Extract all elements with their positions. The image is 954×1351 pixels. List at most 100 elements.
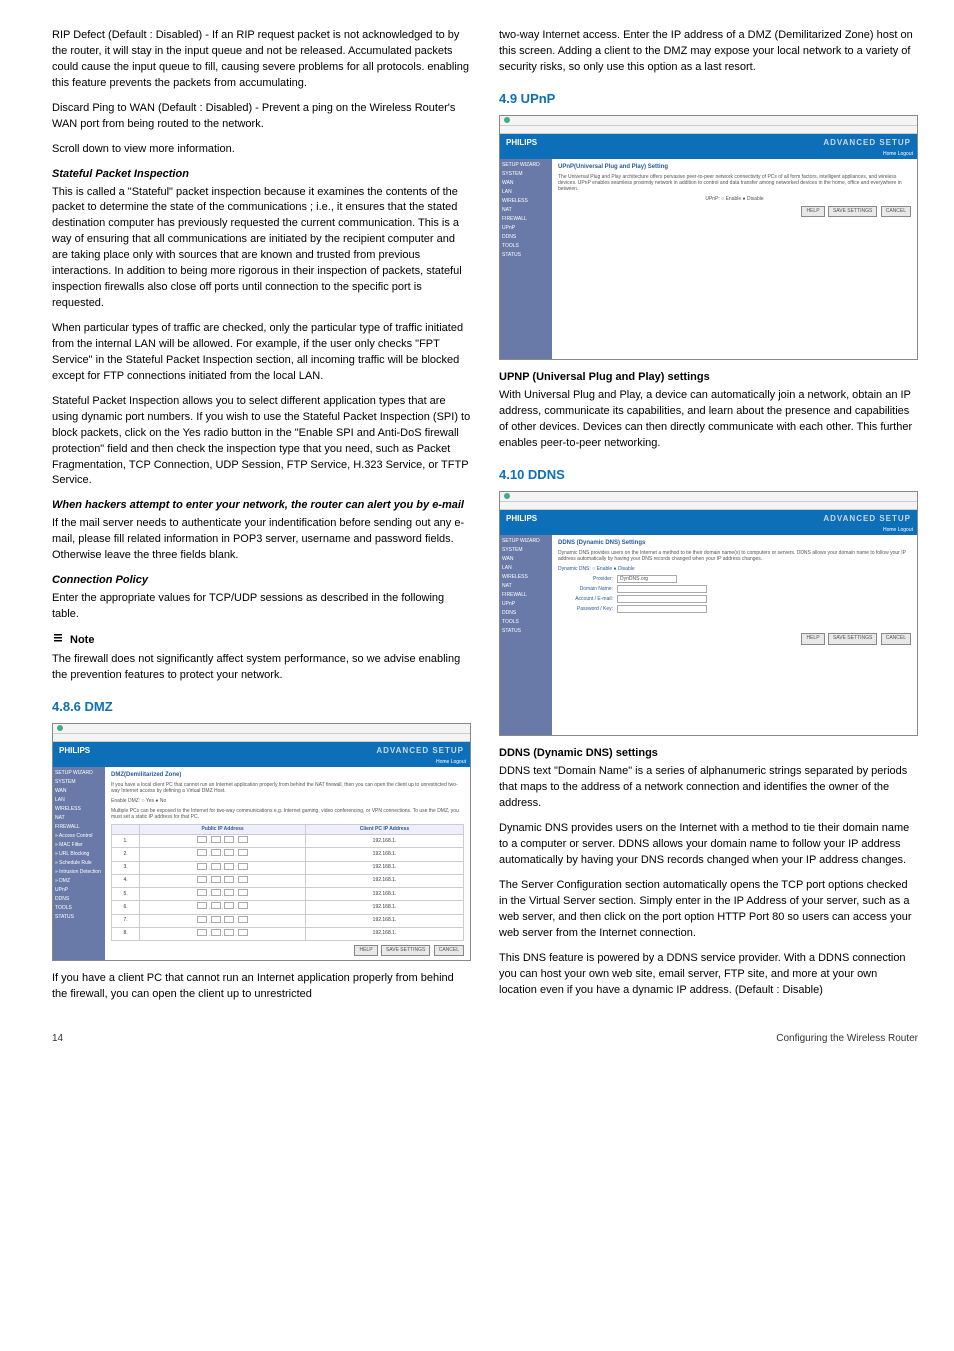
sidebar-item: TOOLS: [55, 904, 103, 913]
sidebar-item: NAT: [502, 582, 550, 591]
dmz-table: Public IP AddressClient PC IP Address 1.…: [111, 824, 464, 941]
back-icon: [57, 725, 63, 731]
help-button[interactable]: HELP: [801, 206, 824, 217]
panel-title: DDNS (Dynamic DNS) Settings: [558, 539, 911, 548]
save-button[interactable]: SAVE SETTINGS: [381, 945, 430, 956]
account-input[interactable]: [617, 595, 707, 603]
sidebar-item: LAN: [55, 796, 103, 805]
client-ip: 192.168.1.: [305, 914, 463, 927]
sidebar-item: STATUS: [502, 627, 550, 636]
sidebar-item: DDNS: [502, 609, 550, 618]
sidebar-item: WIRELESS: [502, 197, 550, 206]
browser-toolbar: [500, 492, 917, 502]
account-label: Account / E-mail:: [558, 596, 613, 603]
tab-bar: Home Logout: [500, 527, 917, 535]
tab-bar: Home Logout: [53, 759, 470, 767]
help-button[interactable]: HELP: [354, 945, 377, 956]
panel-desc: If you have a local client PC that canno…: [111, 782, 464, 794]
enable-dmz-field: Enable DMZ: ○ Yes ● No: [111, 798, 464, 804]
brand-label: PHILIPS: [59, 745, 90, 757]
screenshot-dmz: PHILIPS ADVANCED SETUP Home Logout SETUP…: [52, 723, 471, 962]
sidebar-item: WAN: [502, 179, 550, 188]
heading-49-upnp: 4.9 UPnP: [499, 90, 918, 109]
sidebar: SETUP WIZARD SYSTEM WAN LAN WIRELESS NAT…: [53, 767, 105, 960]
body-text: Discard Ping to WAN (Default : Disabled)…: [52, 101, 471, 133]
client-ip: 192.168.1.: [305, 901, 463, 914]
cancel-button[interactable]: CANCEL: [434, 945, 464, 956]
sidebar-item: DDNS: [502, 233, 550, 242]
sidebar-item: NAT: [55, 814, 103, 823]
body-text: Dynamic DNS provides users on the Intern…: [499, 821, 918, 869]
left-column: RIP Defect (Default : Disabled) - If an …: [52, 28, 471, 1012]
ddns-enable-field: Dynamic DNS: ○ Enable ● Disable: [558, 566, 635, 573]
domain-input[interactable]: [617, 585, 707, 593]
save-button[interactable]: SAVE SETTINGS: [828, 633, 877, 644]
main-panel: DDNS (Dynamic DNS) Settings Dynamic DNS …: [552, 535, 917, 735]
browser-addressbar: [53, 734, 470, 742]
body-text: When particular types of traffic are che…: [52, 321, 471, 385]
body-text: DDNS text "Domain Name" is a series of a…: [499, 764, 918, 812]
th-client-ip: Client PC IP Address: [305, 824, 463, 834]
footer-title: Configuring the Wireless Router: [776, 1032, 918, 1047]
panel-desc: Multiple PCs can be exposed to the Inter…: [111, 808, 464, 820]
note-icon: [52, 632, 64, 650]
page-footer: 14 Configuring the Wireless Router: [52, 1032, 918, 1047]
main-panel: UPnP(Universal Plug and Play) Setting Th…: [552, 159, 917, 359]
heading-410-ddns: 4.10 DDNS: [499, 466, 918, 485]
body-text: If you have a client PC that cannot run …: [52, 971, 471, 1003]
heading-connection-policy: Connection Policy: [52, 573, 471, 589]
body-text: This is called a "Stateful" packet inspe…: [52, 185, 471, 313]
body-text: With Universal Plug and Play, a device c…: [499, 388, 918, 452]
sidebar-item: UPnP: [55, 886, 103, 895]
heading-upnp-settings: UPNP (Universal Plug and Play) settings: [499, 370, 918, 386]
sidebar-item: WAN: [502, 555, 550, 564]
cancel-button[interactable]: CANCEL: [881, 206, 911, 217]
body-text: The firewall does not significantly affe…: [52, 652, 471, 684]
panel-title: DMZ(Demilitarized Zone): [111, 771, 464, 780]
brand-bar: PHILIPS ADVANCED SETUP: [500, 134, 917, 152]
sidebar-item: DDNS: [55, 895, 103, 904]
sidebar-item: SETUP WIZARD: [502, 537, 550, 546]
password-input[interactable]: [617, 605, 707, 613]
body-text: If the mail server needs to authenticate…: [52, 516, 471, 564]
sidebar-item: » URL Blocking: [55, 850, 103, 859]
note-label: Note: [70, 633, 94, 649]
body-text: The Server Configuration section automat…: [499, 878, 918, 942]
sidebar-item: » MAC Filter: [55, 841, 103, 850]
body-text: RIP Defect (Default : Disabled) - If an …: [52, 28, 471, 92]
client-ip: 192.168.1.: [305, 874, 463, 887]
note-heading: Note: [52, 632, 471, 650]
sidebar-item: SYSTEM: [502, 546, 550, 555]
sidebar-item: » DMZ: [55, 877, 103, 886]
sidebar-item: NAT: [502, 206, 550, 215]
client-ip: 192.168.1.: [305, 888, 463, 901]
advanced-label: ADVANCED SETUP: [376, 745, 464, 757]
th-public-ip: Public IP Address: [140, 824, 306, 834]
body-text: Scroll down to view more information.: [52, 142, 471, 158]
sidebar-item: » Intrusion Detection: [55, 868, 103, 877]
screenshot-upnp: PHILIPS ADVANCED SETUP Home Logout SETUP…: [499, 115, 918, 361]
heading-spi: Stateful Packet Inspection: [52, 167, 471, 183]
panel-title: UPnP(Universal Plug and Play) Setting: [558, 163, 911, 172]
domain-label: Domain Name:: [558, 586, 613, 593]
tab-bar: Home Logout: [500, 151, 917, 159]
body-text: This DNS feature is powered by a DDNS se…: [499, 951, 918, 999]
help-button[interactable]: HELP: [801, 633, 824, 644]
sidebar-item: TOOLS: [502, 242, 550, 251]
body-text: Enter the appropriate values for TCP/UDP…: [52, 591, 471, 623]
cancel-button[interactable]: CANCEL: [881, 633, 911, 644]
sidebar-item: WIRELESS: [55, 805, 103, 814]
save-button[interactable]: SAVE SETTINGS: [828, 206, 877, 217]
sidebar-item: FIREWALL: [502, 215, 550, 224]
brand-label: PHILIPS: [506, 137, 537, 149]
heading-ddns-settings: DDNS (Dynamic DNS) settings: [499, 746, 918, 762]
sidebar-item: » Schedule Rule: [55, 859, 103, 868]
sidebar-item: TOOLS: [502, 618, 550, 627]
sidebar-item: SYSTEM: [55, 778, 103, 787]
right-column: two-way Internet access. Enter the IP ad…: [499, 28, 918, 1012]
provider-label: Provider:: [558, 576, 613, 583]
back-icon: [504, 493, 510, 499]
client-ip: 192.168.1.: [305, 861, 463, 874]
provider-select[interactable]: DynDNS.org: [617, 575, 677, 583]
screenshot-ddns: PHILIPS ADVANCED SETUP Home Logout SETUP…: [499, 491, 918, 737]
